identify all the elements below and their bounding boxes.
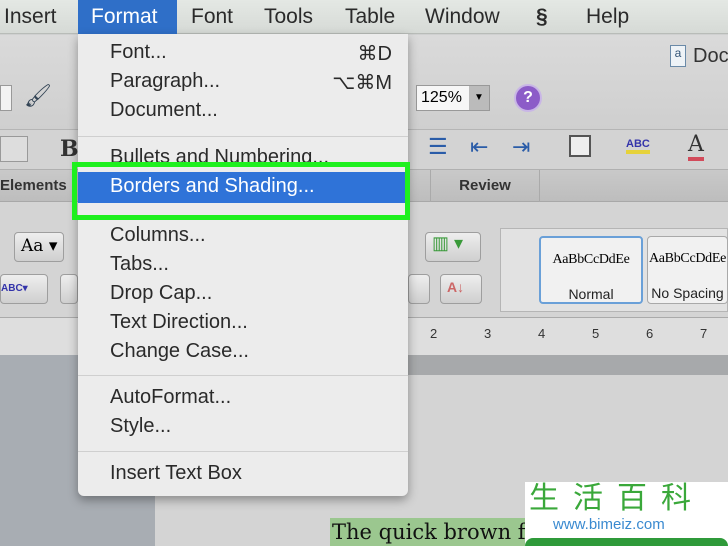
menu-item-drop-cap[interactable]: Drop Cap... [110,282,212,305]
ruler-margin [405,355,728,375]
menu-item-text-direction[interactable]: Text Direction... [110,311,248,334]
change-case-button[interactable]: Aa ▾ [14,232,64,262]
menu-format-label: Format [91,5,158,28]
style-name: Normal [568,286,614,302]
ruler-label: 2 [430,326,438,341]
menu-bar: Insert Format Font Tools Table Window § … [0,0,728,34]
separator [78,451,408,452]
ruler-label: 4 [538,326,546,341]
document-title: Doc [693,45,728,67]
menu-table[interactable]: Table [345,5,395,29]
menu-item-font[interactable]: Font... [110,41,167,64]
watermark-logo: 生活百科 www.bimeiz.com [525,482,728,546]
menu-tools[interactable]: Tools [264,5,313,29]
dropdown-button[interactable] [408,274,430,304]
menu-item-paragraph[interactable]: Paragraph... [110,70,220,93]
style-no-spacing[interactable]: AaBbCcDdEe No Spacing [647,236,728,304]
watermark-url: www.bimeiz.com [553,516,665,533]
chevron-down-icon: ▼ [469,86,489,110]
tab-review[interactable]: Review [430,170,540,202]
shortcut: ⌘D [357,43,392,65]
text-effects-button[interactable] [60,274,78,304]
menu-item-columns[interactable]: Columns... [110,224,206,247]
ruler-label: 3 [484,326,492,341]
menu-format[interactable]: Format [78,0,177,34]
watermark-swoosh [525,538,728,546]
separator [78,375,408,376]
format-menu: Font... ⌘D Paragraph... ⌥⌘M Document... … [78,34,408,496]
zoom-value: 125% [421,89,462,106]
menu-insert[interactable]: Insert [4,5,57,29]
menu-item-insert-text-box[interactable]: Insert Text Box [110,462,242,485]
document-icon: a [670,45,686,67]
shortcut: ⌥⌘M [332,72,392,94]
tab-elements[interactable]: Elements [0,177,67,194]
menu-font[interactable]: Font [191,5,233,29]
menu-item-style[interactable]: Style... [110,415,171,438]
paste-icon[interactable] [0,85,12,111]
zoom-select[interactable]: 125% ▼ [416,85,490,111]
highlight-button[interactable]: ABC▾ [0,274,48,304]
format-painter-icon[interactable]: 🖌 [24,83,52,111]
menu-help[interactable]: Help [586,5,629,29]
font-color-icon[interactable]: A [688,132,704,161]
ruler-label: 6 [646,326,654,341]
font-size-select[interactable] [0,136,28,162]
bold-button[interactable]: B [60,136,79,162]
menu-window[interactable]: Window [425,5,500,29]
ruler-label: 5 [592,326,600,341]
watermark-chars: 生活百科 [529,482,705,516]
sort-button[interactable]: A↓ [440,274,482,304]
menu-item-change-case[interactable]: Change Case... [110,340,249,363]
borders-icon[interactable] [569,135,591,157]
menu-item-autoformat[interactable]: AutoFormat... [110,386,231,409]
increase-indent-icon[interactable]: ⇥ [512,134,530,160]
columns-button[interactable]: ▥ ▾ [425,232,481,262]
bullets-icon[interactable]: ☰ [428,134,448,160]
style-name: No Spacing [651,285,724,301]
script-icon[interactable]: § [536,5,548,29]
style-preview: AaBbCcDdEe [648,251,727,266]
style-normal[interactable]: AaBbCcDdEe Normal [539,236,643,304]
ruler-label: 7 [700,326,708,341]
callout-highlight-box [72,162,410,220]
separator [78,136,408,137]
tab-review-label: Review [459,177,511,194]
decrease-indent-icon[interactable]: ⇤ [470,134,488,160]
menu-item-tabs[interactable]: Tabs... [110,253,169,276]
help-icon[interactable]: ? [514,84,542,112]
style-preview: AaBbCcDdEe [552,252,630,267]
highlight-icon[interactable]: ABC [626,138,650,154]
menu-item-document[interactable]: Document... [110,99,218,122]
